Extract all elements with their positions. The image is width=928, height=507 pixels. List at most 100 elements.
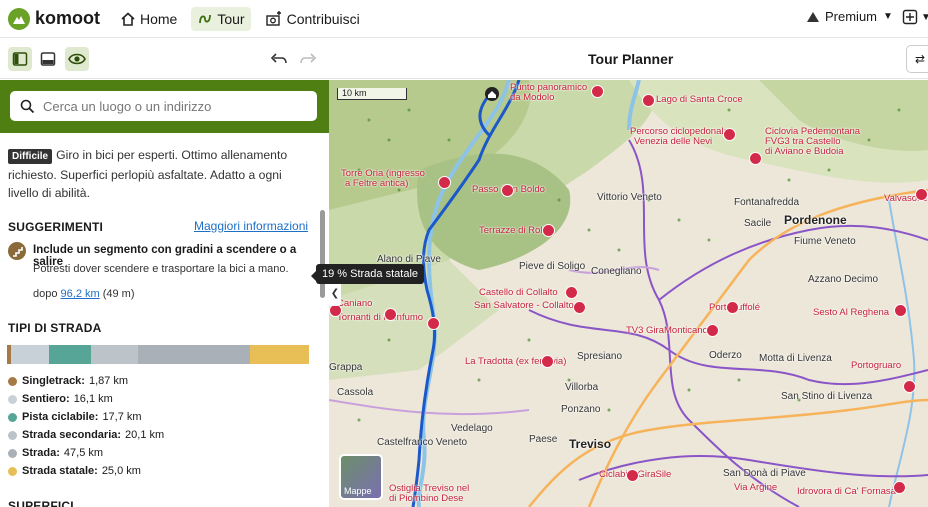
map-poi-label[interactable]: Castello di Collalto	[479, 287, 558, 298]
bottom-panel-view-button[interactable]	[36, 47, 60, 71]
road-type-legend-item: Sentiero: 16,1 km	[8, 390, 164, 408]
bike-poi-marker-icon[interactable]	[903, 380, 916, 393]
sidebar-scrollbar[interactable]	[320, 210, 325, 298]
road-type-legend-item: Pista ciclabile: 17,7 km	[8, 408, 164, 426]
road-type-segment[interactable]	[49, 345, 91, 364]
road-type-segment[interactable]	[250, 345, 309, 364]
map-place-label: San Stino di Livenza	[781, 391, 873, 402]
map-place-label: Azzano Decimo	[808, 274, 879, 285]
map-poi-label[interactable]: Lago di Santa Croce	[656, 94, 743, 105]
bike-poi-marker-icon[interactable]	[726, 301, 739, 314]
search-box[interactable]	[10, 91, 317, 121]
nav-home-label: Home	[140, 10, 178, 27]
top-navigation: komoot Home Tour Contribuisci Premium ▼ …	[0, 0, 928, 38]
page-title: Tour Planner	[588, 51, 674, 67]
bike-poi-marker-icon[interactable]	[893, 481, 906, 494]
bike-poi-marker-icon[interactable]	[438, 176, 451, 189]
map-place-label: San Donà di Piave	[723, 468, 806, 479]
road-type-legend-item: Singletrack: 1,87 km	[8, 372, 164, 390]
map-poi-label[interactable]: Idrovora di Ca' Fornasa	[797, 486, 896, 497]
suggestion-distance: dopo 96,2 km (49 m)	[33, 288, 135, 300]
map-place-label: Fontanafredda	[734, 197, 800, 208]
bike-poi-marker-icon[interactable]	[591, 85, 604, 98]
map-poi-label[interactable]: Sesto Al Reghena	[813, 307, 889, 318]
home-icon	[121, 11, 135, 26]
bike-poi-marker-icon[interactable]	[384, 308, 397, 321]
map-layers-label: Mappe	[344, 486, 372, 496]
map-place-label: Oderzo	[709, 350, 742, 361]
komoot-logo[interactable]: komoot	[8, 7, 100, 30]
map-scale: 10 km	[337, 88, 407, 100]
map-place-label: Cassola	[337, 387, 374, 398]
road-type-legend-item: Strada secondaria: 20,1 km	[8, 426, 164, 444]
redo-icon	[300, 53, 317, 64]
map-poi-label[interactable]: Terrazze di Rolle	[479, 225, 550, 236]
chevron-down-icon: ▼	[883, 11, 893, 22]
road-type-label: Sentiero:	[22, 393, 70, 405]
map-poi-label[interactable]: TV3 GiraMonticano	[626, 325, 708, 336]
map-poi-label[interactable]: Via Argine	[734, 482, 777, 493]
sidebar-layout-icon	[12, 52, 28, 66]
map-place-label: Villorba	[565, 382, 599, 393]
map-poi-label[interactable]: Tornanti di Monfumo	[337, 312, 423, 323]
bike-poi-marker-icon[interactable]	[749, 152, 762, 165]
bike-poi-marker-icon[interactable]	[706, 324, 719, 337]
bike-poi-marker-icon[interactable]	[642, 94, 655, 107]
bike-poi-marker-icon[interactable]	[573, 301, 586, 314]
road-type-segment[interactable]	[138, 345, 251, 364]
road-types-legend: Singletrack: 1,87 km Sentiero: 16,1 km Pista…	[8, 372, 164, 480]
map-view[interactable]: 10 km Punto panoramico da Modolo Lago di S…	[329, 80, 928, 507]
map-place-label: Sacile	[744, 218, 772, 229]
plus-square-icon	[902, 9, 918, 25]
add-menu[interactable]: ▼	[902, 9, 928, 25]
mountain-icon	[807, 11, 819, 22]
road-type-value: 20,1 km	[125, 429, 165, 441]
redo-button[interactable]	[296, 47, 320, 71]
nav-home[interactable]: Home	[114, 7, 183, 31]
sidebar-view-button[interactable]	[8, 47, 32, 71]
road-type-segment[interactable]	[11, 345, 50, 364]
map-poi-label[interactable]: di Aviano e Budoia	[765, 146, 844, 157]
map-poi-label[interactable]: da Modolo	[510, 92, 554, 103]
map-poi-label[interactable]: Portogruaro	[851, 360, 901, 371]
map-layers-button[interactable]: Mappe	[339, 454, 383, 500]
bike-poi-marker-icon[interactable]	[541, 355, 554, 368]
bike-poi-marker-icon[interactable]	[915, 188, 928, 201]
nav-contribute-label: Contribuisci	[286, 10, 360, 27]
route-options-button[interactable]: ⇄	[906, 45, 928, 73]
road-type-value: 1,87 km	[88, 375, 129, 387]
route-options-icon: ⇄	[914, 52, 926, 66]
road-type-segment[interactable]	[90, 345, 139, 364]
road-type-label: Singletrack:	[22, 375, 85, 387]
bike-poi-marker-icon[interactable]	[427, 317, 440, 330]
nav-contribute[interactable]: Contribuisci	[259, 7, 366, 31]
bike-poi-marker-icon[interactable]	[626, 469, 639, 482]
bike-poi-marker-icon[interactable]	[723, 128, 736, 141]
map-poi-label[interactable]: Caniano	[337, 298, 372, 309]
map-poi-label[interactable]: di Piombino Dese	[389, 493, 463, 504]
premium-menu[interactable]: Premium ▼	[806, 9, 893, 24]
visibility-toggle-button[interactable]	[65, 47, 89, 71]
map-poi-label[interactable]: Venezia delle Nevi	[634, 136, 712, 147]
search-bar	[0, 80, 329, 133]
map-poi-label[interactable]: a Feltre antica)	[345, 178, 408, 189]
map-place-label: Fiume Veneto	[794, 236, 856, 247]
undo-button[interactable]	[267, 47, 291, 71]
tour-sidebar: DifficileGiro in bici per esperti. Ottim…	[0, 80, 329, 507]
nav-tour[interactable]: Tour	[191, 6, 251, 31]
bike-poi-marker-icon[interactable]	[565, 286, 578, 299]
nav-tour-label: Tour	[217, 10, 245, 27]
map-place-label: Castelfranco Veneto	[377, 437, 468, 448]
bike-poi-marker-icon[interactable]	[894, 304, 907, 317]
road-types-bar[interactable]	[7, 345, 309, 364]
bike-poi-marker-icon[interactable]	[542, 224, 555, 237]
road-type-label: Pista ciclabile:	[22, 411, 99, 423]
bike-poi-marker-icon[interactable]	[501, 184, 514, 197]
map-place-label: Vittorio Veneto	[597, 192, 662, 203]
map-poi-label[interactable]: San Salvatore - Collalto	[474, 300, 574, 311]
search-input[interactable]	[43, 98, 303, 114]
more-info-link[interactable]: Maggiori informazioni	[194, 219, 308, 233]
distance-link[interactable]: 96,2 km	[61, 288, 100, 300]
search-icon	[20, 99, 35, 113]
road-type-value: 25,0 km	[101, 465, 141, 477]
